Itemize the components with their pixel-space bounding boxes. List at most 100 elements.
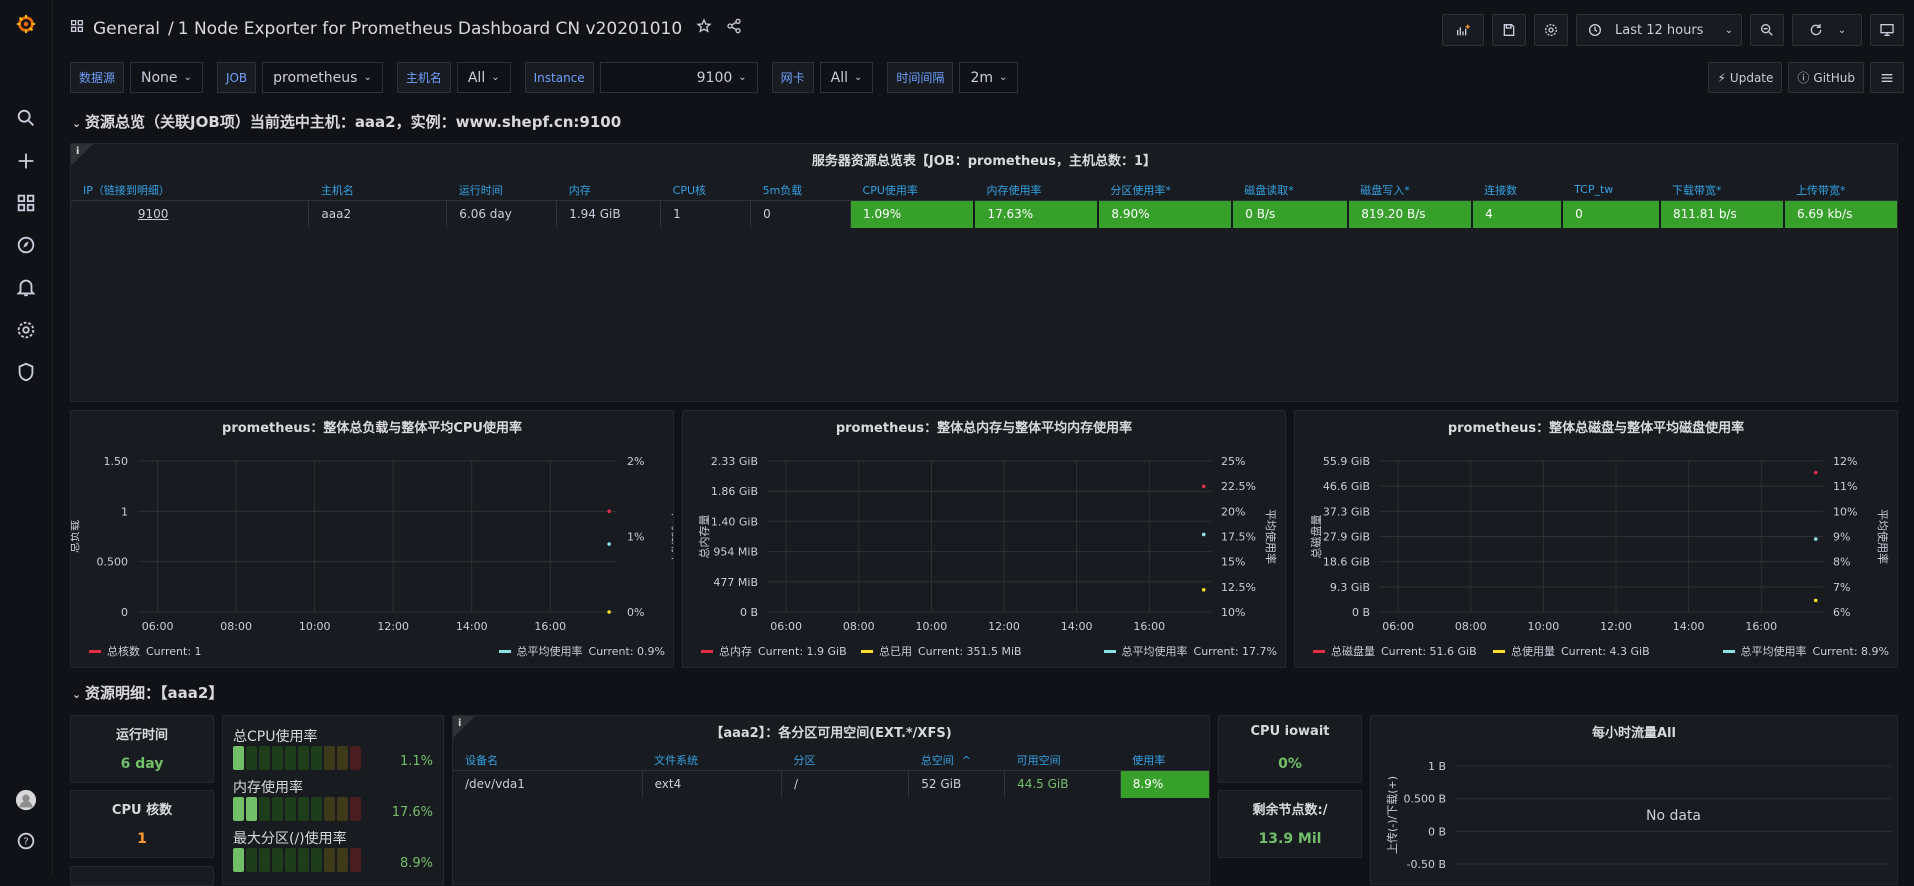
column-header[interactable]: IP（链接到明细） [71, 180, 309, 201]
gauge-cell [324, 746, 335, 770]
share-icon[interactable] [726, 18, 742, 39]
column-header[interactable]: 总空间 ^ [908, 750, 1005, 771]
legend-item[interactable]: 总已用 Current: 351.5 MiB [861, 643, 1022, 659]
column-header[interactable]: 文件系统 [642, 750, 782, 771]
legend-swatch [1313, 649, 1325, 653]
legend-swatch [1722, 649, 1735, 653]
table-row[interactable]: /dev/vda1 ext4/52 GiB 44.5 GiB 8.9% [453, 770, 1209, 798]
star-icon[interactable] [696, 18, 712, 39]
column-header[interactable]: 运行时间 [446, 180, 557, 201]
gauge-cell [298, 746, 309, 770]
panel-title[interactable]: CPU iowait [1219, 724, 1361, 739]
dashboards-icon[interactable] [12, 189, 40, 217]
panel-title[interactable]: 运行时间 [71, 724, 213, 743]
refresh-chevron-down-icon[interactable]: ⌄ [1838, 25, 1846, 36]
info-circle-icon: ⓘ [1797, 71, 1810, 85]
column-header[interactable]: TCP_tw [1562, 180, 1661, 201]
server-admin-shield-icon[interactable] [12, 358, 40, 386]
data-point[interactable] [607, 542, 611, 546]
data-point[interactable] [1201, 532, 1206, 537]
column-header[interactable]: 内存 [556, 180, 661, 201]
dashboard-title[interactable]: 1 Node Exporter for Prometheus Dashboard… [178, 19, 682, 39]
help-icon[interactable]: ? [12, 827, 40, 855]
column-header[interactable]: 磁盘读取* [1232, 180, 1349, 201]
panel-title[interactable]: 服务器资源总览表【JOB：prometheus，主机总数：1】 [71, 150, 1897, 169]
column-header[interactable]: CPU核 [660, 180, 751, 201]
refresh-button[interactable]: ⌄ [1792, 14, 1862, 46]
legend-item[interactable]: 总平均使用率 Current: 17.7% [1103, 643, 1277, 659]
breadcrumb-folder[interactable]: General [93, 19, 160, 39]
data-point[interactable] [1201, 587, 1206, 592]
panel-title[interactable]: 【aaa2】：各分区可用空间(EXT.*/XFS) [453, 722, 1209, 741]
legend-item[interactable]: 总内存 Current: 1.9 GiB [701, 643, 847, 659]
y-axis-label: 总负载 [71, 520, 81, 553]
variable-select[interactable]: All ⌄ [819, 62, 874, 93]
legend-item[interactable]: 总磁盘量 Current: 51.6 GiB [1313, 643, 1477, 659]
tv-mode-button[interactable] [1870, 14, 1904, 46]
zoom-out-button[interactable] [1750, 14, 1784, 46]
update-link[interactable]: ⚡ Update [1708, 62, 1783, 93]
gauge-cell [350, 797, 361, 821]
row-overview-title[interactable]: ⌄ 资源总览（关联JOB项）当前选中主机：aaa2，实例：www.shepf.c… [72, 111, 621, 132]
y-tick-label: 18.6 GiB [1323, 556, 1370, 569]
add-panel-button[interactable] [1442, 14, 1484, 46]
row-detail-title[interactable]: ⌄ 资源明细：【aaa2】 [72, 682, 223, 703]
dashboard-settings-button[interactable] [1534, 14, 1568, 46]
legend-item[interactable]: 总核数 Current: 1 [89, 643, 202, 659]
variable-select[interactable]: All ⌄ [456, 62, 511, 93]
alerting-bell-icon[interactable] [12, 273, 40, 301]
variable-select[interactable]: prometheus ⌄ [262, 62, 383, 93]
search-icon[interactable] [12, 104, 40, 132]
hourly-traffic-chart[interactable]: -0.50 B 0 B 0.500 B 1 B 上传(-)/下载(+) No data [1371, 716, 1898, 885]
explore-compass-icon[interactable] [12, 231, 40, 259]
data-point[interactable] [1813, 537, 1818, 541]
column-header[interactable]: 连接数 [1472, 180, 1563, 201]
legend-item[interactable]: 总平均使用率 Current: 0.9% [498, 643, 665, 659]
legend-item[interactable]: 总使用量 Current: 4.3 GiB [1493, 643, 1650, 659]
column-header[interactable]: 内存使用率 [974, 180, 1099, 201]
table-cell: 44.5 GiB [1004, 770, 1121, 798]
cpu-load-chart[interactable]: 0 0.500 1 1.50 0% 1% 2% 06:00 08:00 10:00 12:00 14:… [71, 411, 674, 668]
y2-tick-label: 15% [1221, 556, 1245, 569]
memory-chart[interactable]: 0 B 477 MiB 954 MiB 1.40 GiB 1.86 GiB 2.33 Gi… [683, 411, 1286, 668]
column-header[interactable]: 可用空间 [1004, 750, 1121, 771]
column-header[interactable]: 使用率 [1120, 750, 1209, 771]
chevron-down-icon: ⌄ [72, 688, 86, 701]
gauge-cell [246, 797, 257, 821]
save-dashboard-button[interactable] [1492, 14, 1526, 46]
disk-chart[interactable]: 0 B 9.3 GiB 18.6 GiB 27.9 GiB 37.3 GiB 46.6 G… [1295, 411, 1898, 668]
variable-select[interactable]: None ⌄ [130, 62, 203, 93]
panel-title[interactable]: CPU 核数 [71, 799, 213, 818]
legend-item[interactable]: 总平均使用率 Current: 8.9% [1722, 643, 1889, 659]
variable-select[interactable]: 9100 ⌄ [599, 62, 758, 93]
table-row[interactable]: 9100 aaa2 6.06 day 1.94 GiB 1 0 1.09% 17.63% 8.9… [71, 200, 1897, 228]
variable-select[interactable]: 2m ⌄ [959, 62, 1019, 93]
column-header[interactable]: CPU使用率 [850, 180, 975, 201]
column-header[interactable]: 分区使用率* [1098, 180, 1233, 201]
table-cell: 0 B/s [1232, 200, 1350, 228]
column-header[interactable]: 设备名 [453, 750, 643, 771]
y-tick-label: 2.33 GiB [711, 455, 758, 468]
legend-current: Current: 0.9% [588, 644, 665, 658]
data-point[interactable] [607, 509, 611, 514]
column-header[interactable]: 磁盘写入* [1348, 180, 1473, 201]
data-point[interactable] [1813, 598, 1818, 603]
panel-title[interactable]: 剩余节点数:/ [1219, 799, 1361, 818]
data-point[interactable] [607, 610, 611, 614]
menu-button[interactable] [1870, 62, 1904, 93]
legend-swatch [89, 649, 101, 653]
user-avatar[interactable] [12, 786, 40, 814]
grafana-logo-icon[interactable] [12, 10, 40, 38]
github-link[interactable]: ⓘ GitHub [1788, 62, 1864, 93]
time-range-picker[interactable]: Last 12 hours ⌄ [1576, 14, 1742, 46]
plus-icon[interactable] [12, 147, 40, 175]
column-header[interactable]: 主机名 [308, 180, 447, 201]
column-header[interactable]: 上传带宽* [1783, 180, 1897, 201]
data-point[interactable] [1201, 484, 1206, 489]
configuration-gear-icon[interactable] [12, 316, 40, 344]
table-cell[interactable]: 9100 [71, 200, 310, 228]
column-header[interactable]: 分区 [781, 750, 909, 771]
column-header[interactable]: 5m负载 [750, 180, 851, 201]
column-header[interactable]: 下载带宽* [1660, 180, 1784, 201]
data-point[interactable] [1813, 470, 1818, 475]
